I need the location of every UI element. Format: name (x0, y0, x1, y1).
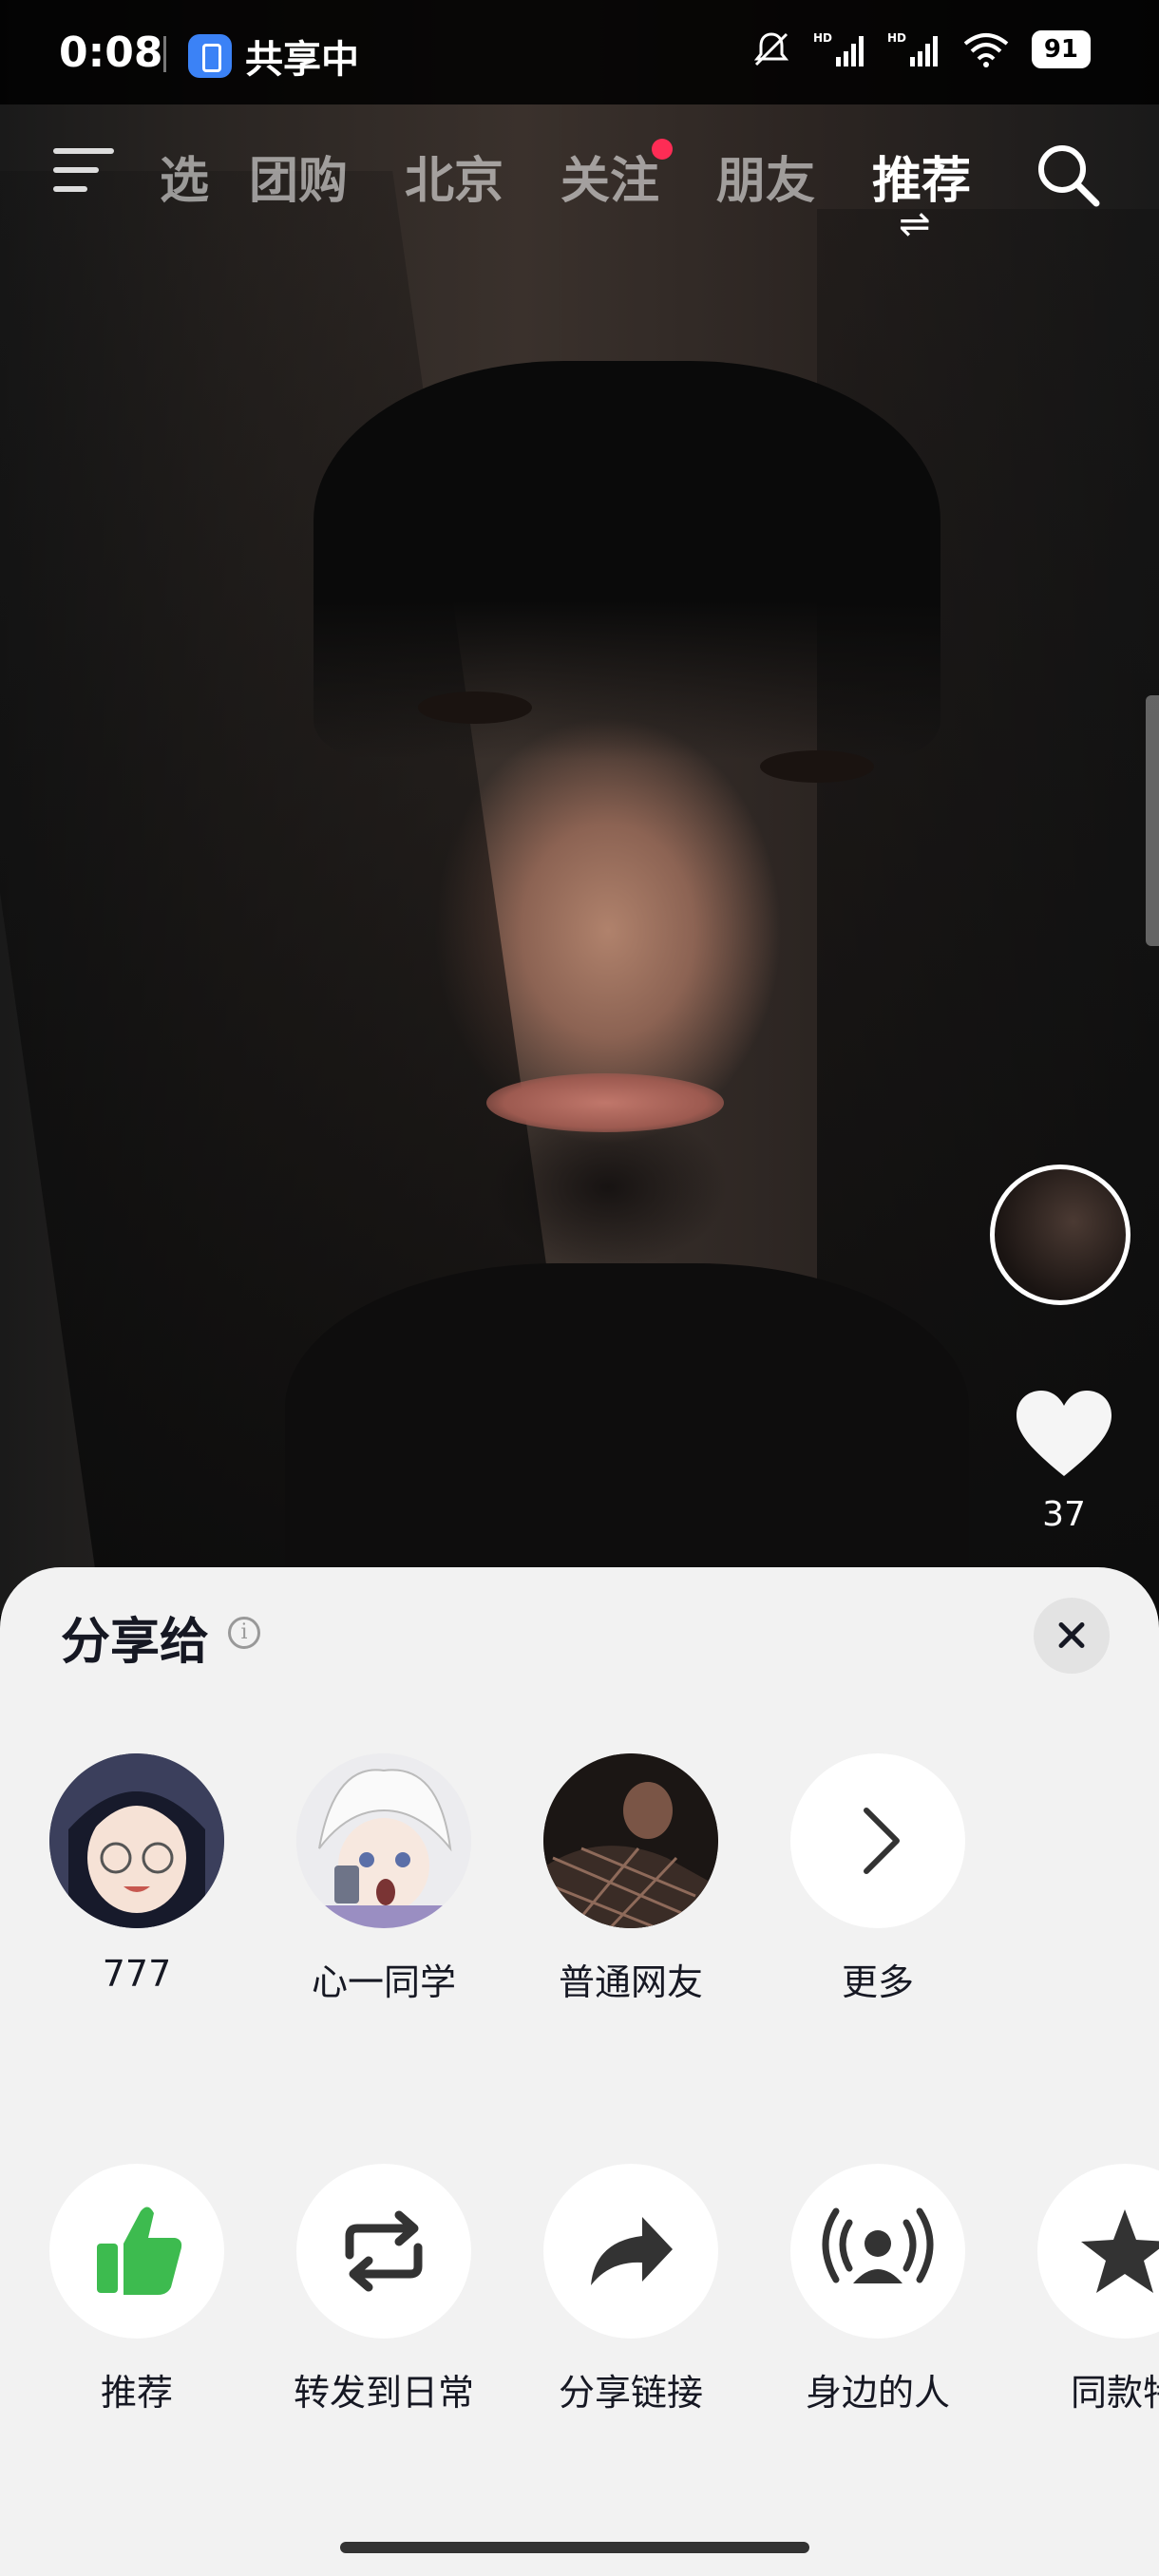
menu-icon[interactable] (53, 148, 114, 199)
contact-item[interactable]: 心一同学 (289, 1753, 479, 2005)
action-circle (1037, 2164, 1159, 2339)
tab-following[interactable]: 关注 (560, 139, 674, 212)
action-label: 身边的人 (805, 2372, 950, 2414)
signal-icon: HD (813, 31, 864, 66)
video-frame-detail (760, 750, 874, 783)
avatar (543, 1753, 718, 1928)
like-count: 37 (1042, 1495, 1086, 1534)
video-player[interactable] (0, 0, 1159, 1615)
tab-group-buy[interactable]: 团购 (249, 141, 348, 212)
action-label: 分享链接 (558, 2372, 703, 2414)
photo-avatar-icon (543, 1753, 718, 1928)
screen-share-indicator[interactable]: 共享中 (188, 28, 359, 84)
avatar (296, 1753, 471, 1928)
video-frame-detail (486, 1073, 724, 1132)
share-link-button[interactable]: 分享链接 (517, 2164, 745, 2415)
contact-name: 普通网友 (558, 1961, 703, 2003)
tab-beijing[interactable]: 北京 (405, 141, 504, 212)
signal-icon: HD (887, 31, 938, 66)
anime-avatar-icon (49, 1753, 224, 1928)
more-contacts-circle (790, 1753, 965, 1928)
repost-button[interactable]: 转发到日常 (270, 2164, 498, 2415)
wifi-icon (963, 33, 1009, 67)
switch-feed-icon[interactable]: ⇌ (899, 205, 931, 243)
home-indicator[interactable] (340, 2542, 809, 2553)
action-circle (790, 2164, 965, 2339)
info-icon[interactable]: i (228, 1617, 260, 1649)
heart-icon[interactable] (1015, 1389, 1113, 1480)
contact-item[interactable]: 普通网友 (536, 1753, 726, 2005)
share-sheet: 分享给 i 777 心一同学 普通网友 更多 推荐 转发到日常 分享链接 身边的… (0, 1567, 1159, 2576)
battery-icon: 91 (1031, 30, 1091, 68)
mute-bell-icon (753, 32, 788, 66)
status-divider (163, 36, 166, 72)
anime-avatar-icon (296, 1753, 471, 1928)
status-icons: HD HD 91 (750, 28, 1091, 70)
same-effect-button[interactable]: 同款特 (1011, 2164, 1159, 2415)
recommend-button[interactable]: 推荐 (23, 2164, 251, 2415)
screen-share-icon (188, 34, 232, 78)
svg-text:HD: HD (887, 31, 906, 45)
nearby-people-button[interactable]: 身边的人 (764, 2164, 992, 2415)
search-icon[interactable] (1030, 137, 1106, 213)
share-sheet-title: 分享给 (61, 1614, 210, 1671)
repost-icon (345, 2210, 423, 2292)
video-frame-shadow (314, 361, 940, 760)
creator-avatar[interactable] (990, 1165, 1130, 1305)
share-status-label: 共享中 (245, 38, 359, 82)
close-button[interactable] (1034, 1598, 1110, 1674)
video-frame-shadow (285, 1263, 969, 1615)
contact-name: 更多 (841, 1961, 914, 2003)
thumbs-up-icon (97, 2207, 182, 2295)
progress-handle[interactable] (1146, 695, 1159, 946)
tab-following-label: 关注 (560, 153, 660, 210)
top-nav: 选 团购 北京 关注 朋友 推荐 ⇌ (0, 133, 1159, 243)
tab-friends[interactable]: 朋友 (716, 141, 815, 212)
action-label: 同款特 (1070, 2372, 1159, 2414)
contact-name: 心一同学 (311, 1961, 456, 2003)
action-circle (49, 2164, 224, 2339)
avatar (49, 1753, 224, 1928)
effect-star-icon (1081, 2209, 1159, 2293)
nearby-people-icon (822, 2207, 934, 2283)
status-time: 0:08 (59, 28, 163, 77)
tab-recommend[interactable]: 推荐 (872, 141, 971, 212)
notification-dot (652, 139, 674, 160)
contact-name: 777 (102, 1953, 172, 1995)
chevron-right-icon (864, 1808, 900, 1874)
tab-selected[interactable]: 选 (160, 141, 209, 212)
action-circle (543, 2164, 718, 2339)
svg-text:HD: HD (813, 31, 832, 45)
share-arrow-icon (591, 2217, 673, 2285)
action-circle (296, 2164, 471, 2339)
more-contacts-item[interactable]: 更多 (783, 1753, 973, 2005)
status-bar: 0:08 共享中 HD HD 91 (0, 0, 1159, 104)
contact-item[interactable]: 777 (42, 1753, 232, 1995)
video-frame-detail (418, 691, 532, 724)
action-label: 转发到日常 (293, 2372, 474, 2414)
action-label: 推荐 (100, 2372, 173, 2414)
